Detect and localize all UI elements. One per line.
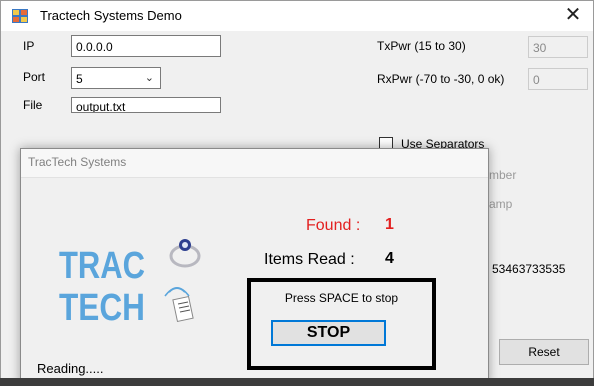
file-label: File <box>23 98 43 112</box>
partial-label-number: mber <box>489 168 517 182</box>
popup-title-bar: TracTech Systems <box>21 149 488 178</box>
reading-popup: TracTech Systems TRAC TECH Found : 1 Ite… <box>20 148 489 386</box>
stop-button[interactable]: STOP <box>271 320 386 346</box>
background-strip <box>0 378 594 386</box>
logo-text-line1: TRAC <box>59 245 145 287</box>
items-read-label: Items Read : <box>264 251 355 268</box>
ip-input[interactable]: 0.0.0.0 <box>71 35 221 57</box>
title-bar: Tractech Systems Demo ✕ <box>1 1 593 31</box>
items-read-count: 4 <box>385 250 394 267</box>
status-text: Reading..... <box>37 361 104 376</box>
found-label: Found : <box>306 217 361 234</box>
port-label: Port <box>23 70 46 84</box>
partial-label-timestamp: amp <box>489 197 513 211</box>
app-icon <box>12 9 28 23</box>
rxpwr-label: RxPwr (-70 to -30, 0 ok) <box>377 72 505 86</box>
close-button[interactable]: ✕ <box>553 1 593 31</box>
rxpwr-input[interactable]: 0 <box>528 68 588 90</box>
stop-panel: Press SPACE to stop STOP <box>247 278 436 370</box>
txpwr-label: TxPwr (15 to 30) <box>377 39 466 53</box>
port-select[interactable]: 5 ⌄ <box>71 67 161 89</box>
found-count: 1 <box>385 216 394 233</box>
file-input[interactable]: output.txt <box>71 97 221 113</box>
chevron-down-icon: ⌄ <box>144 72 154 84</box>
window-title: Tractech Systems Demo <box>40 8 182 23</box>
port-select-value: 5 <box>76 72 83 86</box>
reset-button[interactable]: Reset <box>499 339 589 365</box>
ip-label: IP <box>23 39 35 53</box>
tractech-logo: TRAC TECH <box>59 239 201 329</box>
press-space-hint: Press SPACE to stop <box>284 291 399 305</box>
logo-text-line2: TECH <box>59 287 145 329</box>
partial-tag-value: 53463733535 <box>492 262 566 276</box>
popup-title: TracTech Systems <box>28 155 127 169</box>
txpwr-input[interactable]: 30 <box>528 36 588 58</box>
